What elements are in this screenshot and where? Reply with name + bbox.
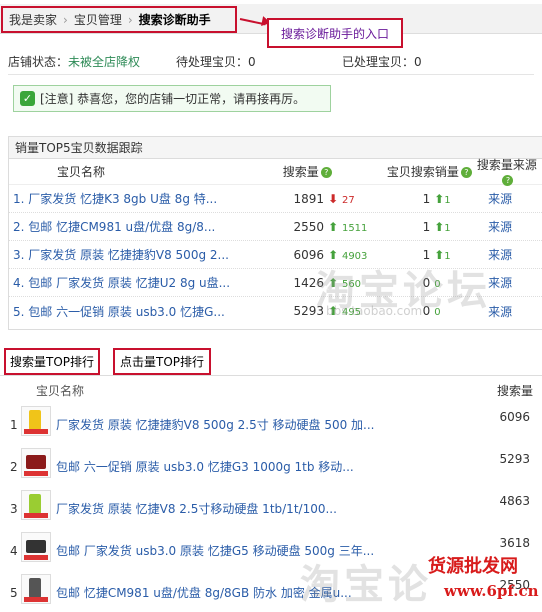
breadcrumb-item-management[interactable]: 宝贝管理 — [74, 11, 122, 28]
search-volume: 1891 — [293, 191, 325, 206]
item-name-link[interactable]: 3. 厂家发货 原装 忆捷捷豹V8 500g 2... — [9, 246, 253, 263]
rank-number: 5 — [10, 586, 18, 600]
search-volume: 1426 — [293, 275, 325, 290]
sales-delta: 1 — [444, 222, 451, 234]
pending-items: 待处理宝贝：0 — [176, 53, 328, 70]
brand-tag — [24, 597, 48, 602]
item-name-link[interactable]: 5. 包邮 六一促销 原装 usb3.0 忆捷G... — [9, 303, 253, 320]
search-volume: 2550 — [293, 219, 325, 234]
search-delta: 1511 — [341, 222, 368, 234]
breadcrumb-separator: › — [63, 12, 68, 27]
brand-tag — [24, 513, 48, 518]
arrow-up-icon: ⬆ — [328, 219, 339, 234]
col-item-name: 宝贝名称 — [36, 384, 85, 398]
shop-status-value: 未被全店降权 — [68, 54, 141, 69]
product-image — [29, 494, 41, 514]
pending-items-value: 0 — [248, 54, 256, 69]
processed-items-value: 0 — [414, 54, 422, 69]
rank-number: 3 — [10, 502, 18, 516]
breadcrumb: 我是卖家 › 宝贝管理 › 搜索诊断助手 — [1, 6, 237, 33]
col-search-volume-label: 搜索量 — [282, 165, 319, 179]
search-delta: 27 — [341, 194, 355, 206]
arrow-down-icon: ⬇ — [328, 191, 339, 206]
divider — [8, 74, 534, 75]
brand-tag — [24, 555, 48, 560]
watermark-site-name: 货源批发网 — [428, 556, 518, 577]
help-icon[interactable]: ? — [460, 167, 472, 178]
source-link[interactable]: 来源 — [458, 190, 542, 207]
arrow-up-icon: ⬆ — [434, 191, 445, 206]
list-item: 2 包邮 六一促销 原装 usb3.0 忆捷G3 1000g 1tb 移动...… — [0, 448, 542, 480]
watermark-taobao: 淘宝论 — [300, 562, 432, 608]
search-volume: 5293 — [293, 304, 325, 318]
brand-tag — [24, 429, 48, 434]
breadcrumb-seller-home[interactable]: 我是卖家 — [9, 11, 57, 28]
ranking-tabs: 搜索量TOP排行 点击量TOP排行 — [0, 346, 542, 376]
product-title-link[interactable]: 厂家发货 原装 忆捷捷豹V8 500g 2.5寸 移动硬盘 500 加... — [56, 416, 375, 433]
shop-status-label: 店铺状态： — [8, 54, 69, 69]
product-title-link[interactable]: 包邮 六一促销 原装 usb3.0 忆捷G3 1000g 1tb 移动... — [56, 458, 354, 475]
search-volume: 6096 — [499, 410, 530, 424]
rank-number: 4 — [10, 544, 18, 558]
watermark-taobao-url: bbs.taobao.com — [326, 304, 423, 318]
product-image — [26, 540, 46, 553]
product-thumbnail[interactable] — [21, 574, 51, 604]
table-row: 1. 厂家发货 忆捷K3 8gb U盘 8g 特... 1891 ⬇ 27 1 … — [9, 185, 542, 213]
col-item-name: 宝贝名称 — [57, 165, 106, 179]
product-image — [29, 410, 41, 430]
product-thumbnail[interactable] — [21, 406, 51, 436]
item-name-link[interactable]: 2. 包邮 忆捷CM981 u盘/优盘 8g/8... — [9, 218, 253, 235]
annotation-callout: 搜索诊断助手的入口 — [267, 18, 403, 48]
col-search-volume: 搜索量? — [260, 163, 332, 180]
processed-items: 已处理宝贝：0 — [342, 53, 422, 70]
help-icon[interactable]: ? — [502, 175, 514, 186]
sales-delta: 1 — [444, 194, 451, 206]
rank-number: 1 — [10, 418, 18, 432]
rank-number: 2 — [10, 460, 18, 474]
list-item: 1 厂家发货 原装 忆捷捷豹V8 500g 2.5寸 移动硬盘 500 加...… — [0, 406, 542, 438]
list-item: 3 厂家发货 原装 忆捷V8 2.5寸移动硬盘 1tb/1t/100... 48… — [0, 490, 542, 522]
search-volume: 3618 — [499, 536, 530, 550]
help-icon[interactable]: ? — [320, 167, 332, 178]
search-volume: 4863 — [499, 494, 530, 508]
brand-tag — [24, 471, 48, 476]
product-image — [29, 578, 41, 598]
processed-items-label: 已处理宝贝： — [342, 54, 415, 69]
watermark-site-url: www.6pf.cn — [444, 582, 539, 600]
arrow-up-icon: ⬆ — [434, 219, 445, 234]
check-icon: ✓ — [20, 91, 35, 106]
shop-status-row: 店铺状态：未被全店降权 待处理宝贝：0 已处理宝贝：0 — [8, 50, 534, 72]
notice-box: ✓ [注意] 恭喜您，您的店铺一切正常，请再接再厉。 — [13, 85, 331, 112]
item-name-link[interactable]: 1. 厂家发货 忆捷K3 8gb U盘 8g 特... — [9, 190, 253, 207]
top5-table-header: 宝贝名称 搜索量? 宝贝搜索销量? 搜索量来源? — [9, 156, 542, 187]
search-volume: 5293 — [499, 452, 530, 466]
shop-status: 店铺状态：未被全店降权 — [8, 53, 176, 70]
product-image — [26, 455, 46, 469]
ranking-list-header: 宝贝名称 搜索量 — [0, 380, 542, 400]
tab-search-volume-rank[interactable]: 搜索量TOP排行 — [4, 348, 100, 375]
source-link[interactable]: 来源 — [458, 218, 542, 235]
product-thumbnail[interactable] — [21, 532, 51, 562]
breadcrumb-current: 搜索诊断助手 — [138, 13, 211, 27]
search-sales: 1 — [422, 191, 431, 206]
product-thumbnail[interactable] — [21, 448, 51, 478]
top5-panel-title: 销量TOP5宝贝数据跟踪 — [9, 137, 542, 159]
tab-click-volume-rank[interactable]: 点击量TOP排行 — [113, 348, 211, 375]
col-search-source-label: 搜索量来源 — [476, 158, 537, 172]
search-sales: 1 — [422, 219, 431, 234]
table-row: 2. 包邮 忆捷CM981 u盘/优盘 8g/8... 2550 ⬆ 1511 … — [9, 213, 542, 241]
col-search-volume: 搜索量 — [497, 384, 534, 398]
col-search-sales-label: 宝贝搜索销量 — [386, 165, 459, 179]
col-search-sales: 宝贝搜索销量? — [377, 163, 472, 180]
product-thumbnail[interactable] — [21, 490, 51, 520]
item-name-link[interactable]: 4. 包邮 厂家发货 原装 忆捷U2 8g u盘... — [9, 274, 253, 291]
pending-items-label: 待处理宝贝： — [176, 54, 249, 69]
search-volume: 6096 — [293, 247, 325, 262]
breadcrumb-separator: › — [127, 12, 133, 27]
col-search-source: 搜索量来源? — [472, 156, 542, 187]
product-title-link[interactable]: 厂家发货 原装 忆捷V8 2.5寸移动硬盘 1tb/1t/100... — [56, 500, 337, 517]
notice-text: [注意] 恭喜您，您的店铺一切正常，请再接再厉。 — [40, 92, 306, 106]
